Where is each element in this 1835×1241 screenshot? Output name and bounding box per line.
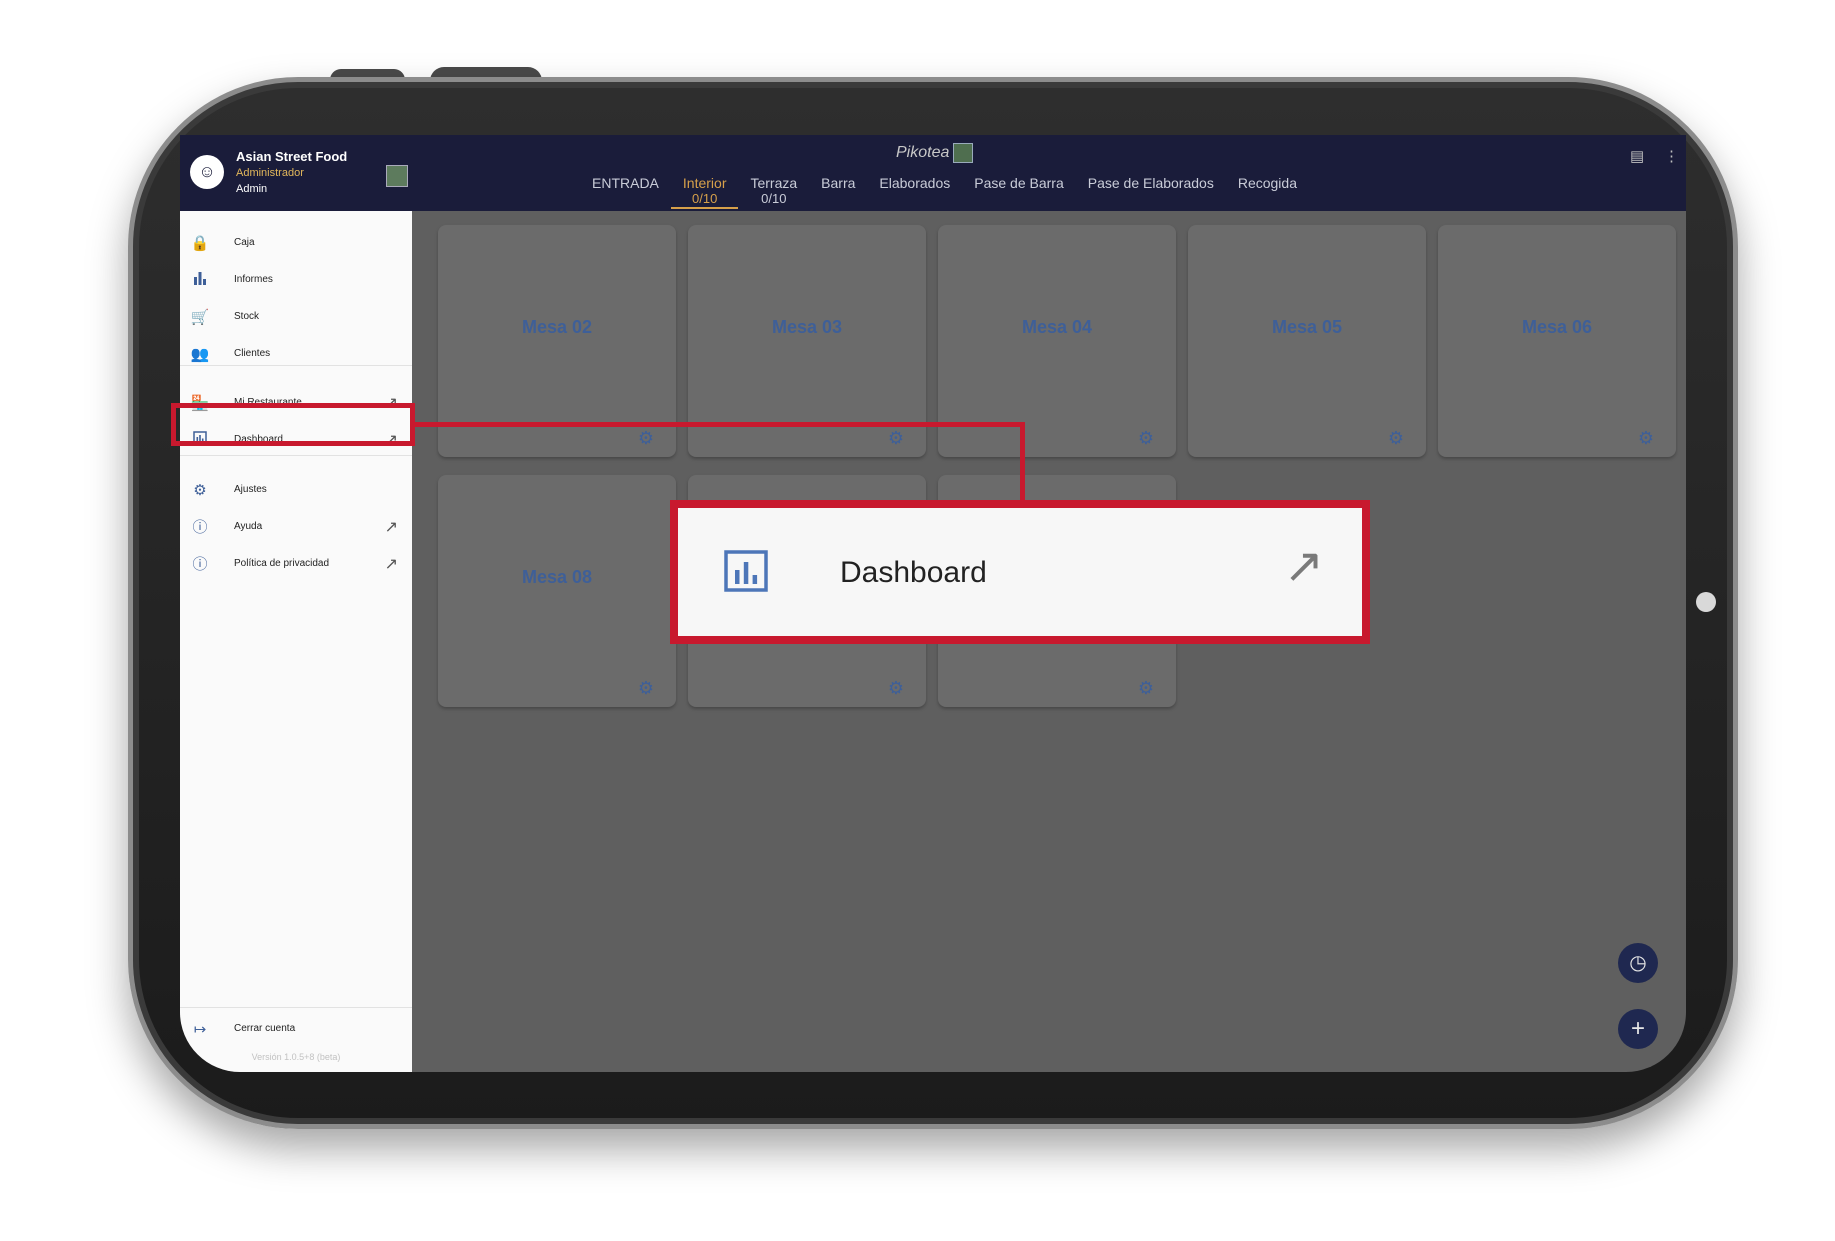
brand-avatar-icon [953,143,974,163]
add-button[interactable]: + [1618,1009,1658,1049]
tab-pase-de-barra[interactable]: Pase de Barra [962,175,1076,209]
gear-icon[interactable]: ⚙ [1388,428,1404,449]
table-card[interactable]: Mesa 06 ⚙ [1438,225,1676,457]
tab-label: Pase de Elaborados [1087,175,1214,191]
gear-icon[interactable]: ⚙ [1138,678,1154,699]
menu-divider [180,365,412,366]
table-name: Mesa 06 [1521,317,1593,337]
tab-recogida[interactable]: Recogida [1226,175,1309,209]
history-clock-button[interactable]: ◷ [1618,943,1658,983]
callout-connector [1020,422,1025,504]
table-name: Mesa 04 [1021,317,1093,337]
menu-item-label: Ayuda [234,521,263,532]
more-vert-icon[interactable]: ⋮ [1664,147,1679,165]
tab-label: ENTRADA [592,175,659,191]
people-icon: 👥 [190,346,210,363]
menu-item-informes[interactable]: Informes [180,266,412,296]
room-tabs: ENTRADA Interior 0/10 Terraza 0/10 Barra… [580,175,1309,209]
table-name: Mesa 08 [521,567,593,587]
table-name: Mesa 05 [1271,317,1343,337]
brand-logo: Pikotea [896,143,974,163]
menu-divider [180,455,412,456]
tab-label: Pase de Barra [974,175,1064,191]
gear-icon[interactable]: ⚙ [638,428,654,449]
tab-barra[interactable]: Barra [809,175,867,209]
tab-terraza[interactable]: Terraza 0/10 [738,175,809,209]
help-circle-icon: ⓘ [192,519,208,536]
menu-item-stock[interactable]: 🛒 Stock [180,303,412,333]
brand-name: Pikotea [896,144,950,162]
tab-entrada[interactable]: ENTRADA [580,175,671,209]
gear-icon[interactable]: ⚙ [888,678,904,699]
camera-dot [1696,592,1716,612]
menu-item-label: Ajustes [234,484,267,495]
app-version: Versión 1.0.5+8 (beta) [251,1052,341,1062]
menu-item-label: Política de privacidad [234,558,330,569]
tab-pase-de-elaborados[interactable]: Pase de Elaborados [1076,175,1226,209]
menu-item-label: Stock [234,311,260,322]
tab-count: 0/10 [692,191,718,206]
user-avatar-icon [386,165,408,187]
table-name: Mesa 03 [771,317,843,337]
callout-label: Dashboard [840,556,987,589]
menu-divider [180,1007,412,1008]
callout-connector [415,422,1025,427]
restaurant-name: Asian Street Food [236,149,348,164]
menu-item-caja[interactable]: 🔒 Caja [180,229,412,259]
menu-item-label: Informes [234,274,273,285]
tab-label: Elaborados [879,175,951,191]
tab-elaborados[interactable]: Elaborados [867,175,962,209]
tab-interior[interactable]: Interior 0/10 [670,175,739,209]
external-link-icon: ↗ [384,519,398,536]
tab-label: Terraza [750,175,798,191]
menu-item-privacidad[interactable]: ⓘ Política de privacidad ↗ [180,550,412,580]
tab-label: Recogida [1237,175,1297,191]
menu-item-label: Caja [234,237,255,248]
table-card[interactable]: Mesa 05 ⚙ [1188,225,1426,457]
tab-label: Interior [682,175,727,191]
menu-item-cerrar-cuenta[interactable]: ↦ Cerrar cuenta [180,1015,412,1045]
menu-item-ajustes[interactable]: ⚙ Ajustes [180,476,412,506]
drawer-header: ☺ Asian Street Food Administrador Admin [180,135,412,211]
gear-icon[interactable]: ⚙ [888,428,904,449]
tab-count: 0/10 [761,191,787,206]
table-card[interactable]: Mesa 08 ⚙ [438,475,676,707]
menu-item-label: Clientes [234,348,271,359]
side-drawer: ☺ Asian Street Food Administrador Admin … [180,135,412,1072]
highlight-box [171,403,415,446]
restaurant-avatar-icon: ☺ [190,155,224,189]
gear-icon[interactable]: ⚙ [1138,428,1154,449]
tab-label: Barra [821,175,856,191]
table-name: Mesa 02 [521,317,593,337]
menu-item-ayuda[interactable]: ⓘ Ayuda ↗ [180,513,412,543]
gear-icon[interactable]: ⚙ [1638,428,1654,449]
user-name: Admin [236,183,268,195]
cart-icon: 🛒 [190,309,210,326]
printer-icon[interactable]: ▤ [1630,147,1644,165]
logout-icon: ↦ [193,1021,207,1038]
info-icon: ⓘ [192,556,208,573]
gear-icon[interactable]: ⚙ [638,678,654,699]
lock-icon: 🔒 [190,235,210,252]
external-link-icon: ↗ [1283,540,1324,593]
external-link-icon: ↗ [384,556,398,573]
dashboard-chart-icon [724,550,768,592]
zoom-callout: Dashboard ↗ [670,500,1370,644]
user-role: Administrador [236,167,304,179]
settings-gear-icon: ⚙ [193,482,207,499]
menu-item-label: Cerrar cuenta [234,1023,296,1034]
bar-chart-icon [190,271,210,291]
